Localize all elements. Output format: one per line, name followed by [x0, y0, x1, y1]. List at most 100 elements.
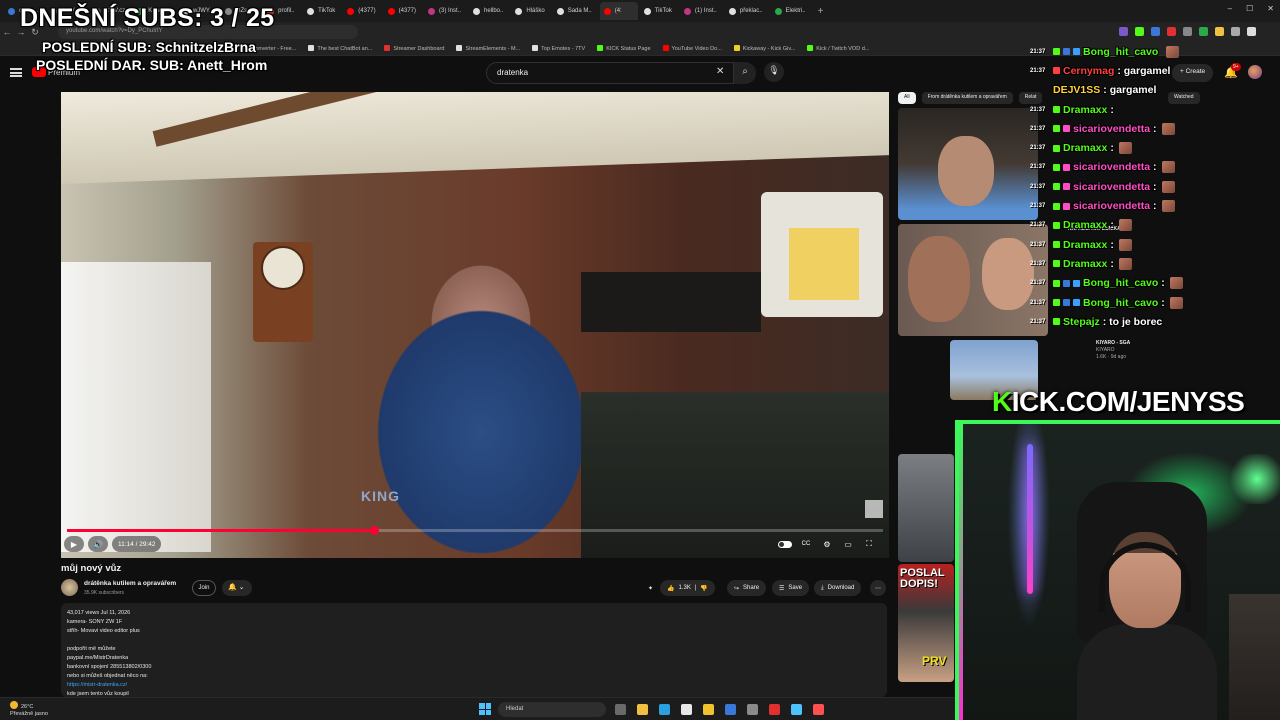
taskbar-app-icon[interactable]: [791, 704, 802, 715]
chat-username[interactable]: Dramaxx: [1063, 219, 1107, 231]
taskbar-app-icon[interactable]: [813, 704, 824, 715]
download-button[interactable]: ⤓ Download: [814, 580, 862, 596]
bookmark-item[interactable]: KICK Status Page: [597, 45, 651, 52]
search-button[interactable]: ⌕: [734, 62, 756, 84]
taskbar-app-icon[interactable]: [615, 704, 626, 715]
like-button[interactable]: 👍 1.3K | 👎: [660, 580, 715, 596]
close-window-icon[interactable]: ✕: [1267, 4, 1274, 13]
weather-widget[interactable]: 26°C Převážně jasno: [10, 701, 48, 718]
description-link[interactable]: https://mistr-dratenka.cz/: [67, 681, 881, 690]
autoplay-toggle[interactable]: [775, 536, 795, 552]
taskbar-app-icon[interactable]: [637, 704, 648, 715]
extension-icon[interactable]: [1135, 27, 1144, 36]
sparkle-icon[interactable]: ✦: [644, 580, 657, 596]
taskbar-app-icon[interactable]: [747, 704, 758, 715]
captions-icon[interactable]: CC: [798, 536, 814, 552]
fullscreen-icon[interactable]: ⛶: [861, 536, 877, 552]
browser-tab[interactable]: (1) Inst..: [680, 2, 723, 20]
chat-username[interactable]: Cernymag: [1063, 65, 1114, 77]
chat-username[interactable]: Dramaxx: [1063, 258, 1107, 270]
browser-tab[interactable]: (3) Inst..: [424, 2, 467, 20]
recommended-video-meta[interactable]: KIYARO - SGA KIYARO 1.6K · 9d ago: [1096, 340, 1130, 361]
extension-icon[interactable]: [1247, 27, 1256, 36]
recommended-video-thumbnail[interactable]: [898, 108, 1038, 220]
bookmark-item[interactable]: The best ChatBot an...: [308, 45, 372, 52]
chat-username[interactable]: Dramaxx: [1063, 104, 1107, 116]
bookmark-item[interactable]: Streamer Dashboard: [384, 45, 444, 52]
subscription-bell-button[interactable]: 🔔 ⌄: [222, 580, 252, 596]
browser-tab[interactable]: Hláško: [511, 2, 550, 20]
taskbar-search-input[interactable]: Hledat: [498, 702, 606, 717]
browser-tab[interactable]: (4377): [384, 2, 422, 20]
browser-tab[interactable]: překlac..: [725, 2, 769, 20]
minimize-icon[interactable]: –: [1228, 4, 1232, 13]
bookmark-item[interactable]: StreamElements - M...: [456, 45, 520, 52]
chat-username[interactable]: sicariovendetta: [1073, 161, 1150, 173]
settings-gear-icon[interactable]: ⚙: [819, 536, 835, 552]
share-button[interactable]: ↪ Share: [727, 580, 767, 596]
browser-tab[interactable]: TikTok: [640, 2, 678, 20]
miniplayer-icon[interactable]: ▭: [840, 536, 856, 552]
chat-username[interactable]: sicariovendetta: [1073, 123, 1150, 135]
chat-username[interactable]: Bong_hit_cavo: [1083, 46, 1158, 58]
extension-icon[interactable]: [1215, 27, 1224, 36]
channel-avatar[interactable]: [61, 579, 78, 596]
extension-icon[interactable]: [1167, 27, 1176, 36]
bookmark-item[interactable]: Kick / Twitch VOD d...: [807, 45, 869, 52]
channel-name[interactable]: drátěnka kutilem a opravářem: [84, 580, 176, 587]
account-avatar[interactable]: [1248, 65, 1262, 79]
chat-username[interactable]: Dramaxx: [1063, 239, 1107, 251]
play-button[interactable]: ▶: [64, 536, 84, 552]
clear-search-icon[interactable]: ✕: [716, 66, 724, 77]
chat-username[interactable]: Bong_hit_cavo: [1083, 277, 1158, 289]
extension-icon[interactable]: [1199, 27, 1208, 36]
recommended-video-thumbnail[interactable]: [898, 454, 954, 562]
filter-chip[interactable]: All: [898, 92, 916, 104]
video-description[interactable]: 43,017 views Jul 11, 2026 kamera- SONY ZW…: [61, 603, 887, 697]
windows-start-icon[interactable]: [479, 703, 491, 715]
video-scrubber-handle[interactable]: [369, 526, 379, 535]
voice-search-icon[interactable]: 🎙: [764, 62, 784, 82]
hamburger-menu-icon[interactable]: [10, 68, 22, 77]
description-line: nebo si můžeš objednat něco na:: [67, 673, 148, 679]
chat-username[interactable]: Bong_hit_cavo: [1083, 297, 1158, 309]
taskbar-app-icon[interactable]: [769, 704, 780, 715]
chat-username[interactable]: sicariovendetta: [1073, 181, 1150, 193]
browser-tab[interactable]: (4377): [343, 2, 381, 20]
bookmark-item[interactable]: YouTube Video Do...: [662, 45, 722, 52]
chat-username[interactable]: sicariovendetta: [1073, 200, 1150, 212]
chat-username[interactable]: Stepajz: [1063, 316, 1100, 328]
taskbar-app-icon[interactable]: [703, 704, 714, 715]
chat-username[interactable]: DEJV1SS: [1053, 84, 1100, 96]
chat-message: 21:37 Cernymag: gargamel: [1030, 61, 1250, 80]
browser-tab[interactable]: TikTok: [303, 2, 341, 20]
bookmark-item[interactable]: Top Emotes - 7TV: [532, 45, 585, 52]
chat-username[interactable]: Dramaxx: [1063, 142, 1107, 154]
search-input[interactable]: dratenka: [486, 62, 734, 84]
new-tab-button[interactable]: +: [814, 6, 828, 17]
extension-icon[interactable]: [1119, 27, 1128, 36]
thumbnail-caption: PRV: [922, 654, 947, 668]
browser-tab[interactable]: Elektri..: [771, 2, 812, 20]
thumbs-down-icon[interactable]: 👎: [700, 585, 707, 592]
browser-tab[interactable]: Sada M..: [553, 2, 598, 20]
video-player[interactable]: KING: [61, 92, 889, 558]
extension-icon[interactable]: [1183, 27, 1192, 36]
taskbar-app-icon[interactable]: [681, 704, 692, 715]
bookmark-item[interactable]: Kickaway - Kick Giv...: [733, 45, 795, 52]
extension-icon[interactable]: [1231, 27, 1240, 36]
more-actions-button[interactable]: ⋯: [870, 580, 886, 596]
maximize-icon[interactable]: ☐: [1246, 4, 1253, 13]
recommended-video-thumbnail[interactable]: [898, 224, 1048, 336]
extension-icon[interactable]: [1151, 27, 1160, 36]
volume-icon[interactable]: 🔊: [88, 536, 108, 552]
video-progress-bar[interactable]: [67, 526, 883, 535]
browser-tab[interactable]: hellbo..: [469, 2, 509, 20]
back-icon[interactable]: ←: [0, 27, 14, 37]
taskbar-app-icon[interactable]: [725, 704, 736, 715]
filter-chip[interactable]: From drátěnka kutilem a opravářem: [921, 92, 1013, 104]
save-button[interactable]: ☰ Save: [772, 580, 810, 596]
taskbar-app-icon[interactable]: [659, 704, 670, 715]
join-button[interactable]: Join: [192, 580, 216, 596]
browser-tab[interactable]: (4:: [599, 2, 638, 20]
